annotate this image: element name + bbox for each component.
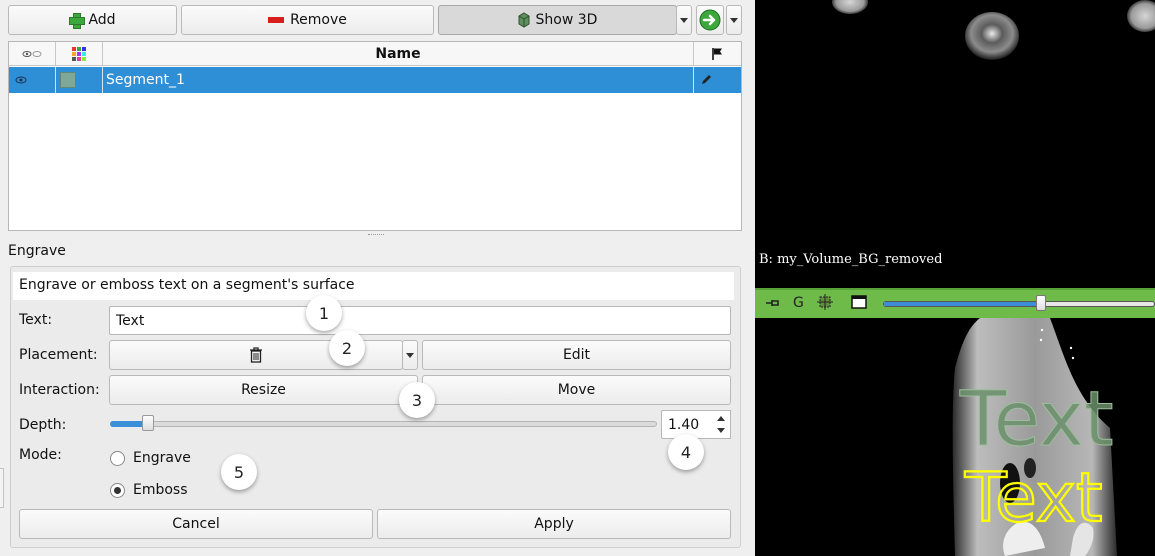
remove-label: Remove [290,12,347,28]
segment-name-cell[interactable]: Segment_1 [103,67,694,93]
visibility-column-header[interactable] [9,42,56,66]
show-3d-label: Show 3D [535,12,598,28]
splitter-handle[interactable] [368,234,384,236]
viewer-caption: B: my_Volume_BG_removed [759,252,943,267]
callout-1: 1 [306,295,342,331]
slice-controller-bar: G [755,288,1155,318]
cancel-button[interactable]: Cancel [19,509,373,539]
chevron-down-icon [406,352,414,358]
slice-offset-handle[interactable] [1035,295,1046,311]
effect-description: Engrave or emboss text on a segment's su… [13,272,734,300]
interaction-label: Interaction: [19,382,100,398]
engraved-text-preview: Text [959,374,1114,463]
forward-dropdown[interactable] [726,5,742,35]
link-toggle-g[interactable]: G [793,295,804,311]
slice-viewer-top[interactable]: B: my_Volume_BG_removed [755,0,1155,288]
pin-icon[interactable] [765,297,781,309]
color-swatch [60,72,76,88]
arrow-right-icon [699,9,721,31]
text-label: Text: [19,312,53,328]
pencil-icon [702,75,711,84]
callout-3: 3 [399,382,435,418]
remove-segment-button[interactable]: Remove [181,5,434,35]
depth-label: Depth: [19,417,67,433]
color-grid-icon [72,46,86,61]
visibility-toggle[interactable] [9,67,56,93]
plus-icon [69,13,86,29]
placement-dropdown[interactable] [402,340,418,370]
eye-icon [15,76,27,84]
chevron-up-icon[interactable] [717,416,725,421]
chevron-down-icon [730,17,738,23]
ct-slice-image [832,0,1155,60]
grid-icon[interactable] [817,294,833,310]
cube-3d-icon [518,12,530,28]
flag-icon [711,47,722,60]
slice-offset-fill [884,302,1041,306]
show-3d-button[interactable]: Show 3D [438,5,677,35]
apply-button[interactable]: Apply [377,509,731,539]
embossed-text-preview: Text [964,459,1103,538]
name-column-header[interactable]: Name [103,42,694,66]
mode-label: Mode: [19,447,62,463]
eye-icon [22,50,42,57]
chevron-down-icon[interactable] [717,428,725,433]
depth-slider-track[interactable] [110,421,657,427]
chevron-down-icon [680,17,688,23]
callout-2: 2 [329,330,365,366]
segment-color-cell[interactable] [56,67,103,93]
edit-placement-button[interactable]: Edit [422,340,731,370]
slice-viewer-bottom[interactable]: Text Text [755,318,1155,556]
section-title: Engrave [8,243,66,259]
text-input[interactable]: Text [109,306,731,335]
forward-button[interactable] [696,5,724,35]
window-icon[interactable] [851,295,867,309]
engrave-radio-label[interactable]: Engrave [133,450,191,466]
show-3d-dropdown[interactable] [676,5,692,35]
depth-spin-buttons[interactable] [713,410,731,439]
collapsed-panel-edge [0,468,4,508]
trash-icon [250,347,262,363]
add-label: Add [88,12,116,28]
callout-4: 4 [668,434,704,470]
add-segment-button[interactable]: Add [8,5,177,35]
segment-editor-panel: Add Remove Show 3D Name Segment_1 Engrav… [0,0,755,556]
callout-5: 5 [221,454,257,490]
color-column-header[interactable] [56,42,103,66]
ct-coronal-image: Text Text [952,318,1117,556]
segments-table: Name Segment_1 [8,41,742,231]
engrave-radio[interactable] [110,451,125,466]
depth-slider-handle[interactable] [142,415,155,431]
resize-button[interactable]: Resize [109,375,418,405]
emboss-radio[interactable] [110,483,125,498]
table-row[interactable]: Segment_1 [9,67,741,93]
minus-icon [268,17,285,23]
move-button[interactable]: Move [422,375,731,405]
placement-label: Placement: [19,347,98,363]
emboss-radio-label[interactable]: Emboss [133,482,188,498]
edit-status-cell[interactable] [694,67,741,93]
status-column-header[interactable] [694,42,741,66]
